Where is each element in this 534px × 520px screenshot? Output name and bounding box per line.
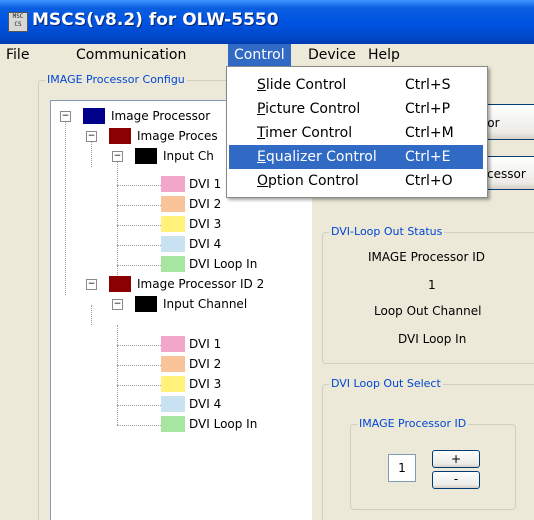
menu-item-shortcut: Ctrl+S bbox=[405, 77, 451, 93]
input-color-swatch bbox=[161, 176, 185, 192]
menu-item-label: Option Control bbox=[257, 173, 359, 189]
increment-button[interactable]: + bbox=[432, 450, 480, 468]
tree-node-label: Input Channel bbox=[163, 297, 248, 311]
tree-line bbox=[117, 225, 161, 226]
tree-node-label: DVI 2 bbox=[189, 357, 222, 371]
tree-node-label: DVI 4 bbox=[189, 237, 222, 251]
menu-item-shortcut: Ctrl+E bbox=[405, 149, 451, 165]
tree-line bbox=[117, 245, 161, 246]
menu-item-shortcut: Ctrl+P bbox=[405, 101, 451, 117]
tree-line bbox=[117, 205, 161, 206]
menu-communication[interactable]: Communication bbox=[70, 44, 192, 66]
menu-item-label: Picture Control bbox=[257, 101, 361, 117]
tree-line bbox=[65, 121, 66, 295]
tree-line bbox=[117, 365, 161, 366]
input-color-swatch bbox=[161, 256, 185, 272]
collapse-toggle[interactable]: − bbox=[112, 151, 123, 162]
app-window: MSC CS MSCS(v8.2) for OLW-5550 File Commu… bbox=[0, 0, 534, 520]
menu-item-option-control[interactable]: Option Control Ctrl+O bbox=[229, 169, 483, 193]
node-color-swatch bbox=[135, 296, 157, 312]
tree-node-label: Image Processor bbox=[111, 109, 211, 123]
tree-node-label: DVI Loop In bbox=[189, 257, 258, 271]
tree-line bbox=[117, 425, 161, 426]
node-color-swatch bbox=[109, 128, 131, 144]
image-processor-config-label: IMAGE Processor Configu bbox=[45, 73, 187, 86]
tree-node-label: DVI Loop In bbox=[189, 417, 258, 431]
menu-item-timer-control[interactable]: Timer Control Ctrl+M bbox=[229, 121, 483, 145]
input-color-swatch bbox=[161, 396, 185, 412]
node-color-swatch bbox=[135, 148, 157, 164]
tree-node-label: DVI 1 bbox=[189, 337, 222, 351]
status-id-value: 1 bbox=[428, 278, 436, 292]
loop-out-select-label: DVI Loop Out Select bbox=[329, 377, 443, 390]
input-color-swatch bbox=[161, 356, 185, 372]
processor-id-value-field[interactable]: 1 bbox=[388, 454, 416, 482]
tree-line bbox=[117, 385, 161, 386]
input-color-swatch bbox=[161, 416, 185, 432]
input-color-swatch bbox=[161, 196, 185, 212]
node-color-swatch bbox=[109, 276, 131, 292]
app-icon[interactable]: MSC CS bbox=[8, 12, 28, 32]
tree-node-label: DVI 3 bbox=[189, 377, 222, 391]
status-channel-value: DVI Loop In bbox=[398, 332, 467, 346]
input-color-swatch bbox=[161, 336, 185, 352]
node-color-swatch bbox=[83, 108, 105, 124]
tree-line bbox=[117, 405, 161, 406]
tree-node-label: DVI 2 bbox=[189, 197, 222, 211]
menu-help[interactable]: Help bbox=[362, 44, 406, 66]
input-color-swatch bbox=[161, 216, 185, 232]
input-color-swatch bbox=[161, 376, 185, 392]
decrement-button[interactable]: - bbox=[432, 471, 480, 489]
menu-item-label: Slide Control bbox=[257, 77, 347, 93]
collapse-toggle[interactable]: − bbox=[112, 299, 123, 310]
tree-node-label: Input Ch bbox=[163, 149, 214, 163]
tree-line bbox=[117, 265, 161, 266]
tree-node-label: DVI 4 bbox=[189, 397, 222, 411]
title-bar[interactable]: MSC CS MSCS(v8.2) for OLW-5550 bbox=[0, 0, 534, 44]
menu-item-slide-control[interactable]: Slide Control Ctrl+S bbox=[229, 73, 483, 97]
menu-item-equalizer-control[interactable]: Equalizer Control Ctrl+E bbox=[229, 145, 483, 169]
window-title: MSCS(v8.2) for OLW-5550 bbox=[32, 10, 279, 30]
tree-line bbox=[117, 345, 161, 346]
menu-item-picture-control[interactable]: Picture Control Ctrl+P bbox=[229, 97, 483, 121]
menu-item-label: Timer Control bbox=[257, 125, 353, 141]
menu-item-label: Equalizer Control bbox=[257, 149, 377, 165]
menu-device[interactable]: Device bbox=[302, 44, 362, 66]
right-panel: DVI-Loop Out Status IMAGE Processor ID 1… bbox=[312, 196, 534, 520]
collapse-toggle[interactable]: − bbox=[86, 279, 97, 290]
status-channel-label: Loop Out Channel bbox=[374, 304, 482, 318]
tree-node-label: DVI 1 bbox=[189, 177, 222, 191]
processor-button-2-label: cessor bbox=[487, 167, 526, 181]
collapse-toggle[interactable]: − bbox=[60, 111, 71, 122]
processor-id-select-label: IMAGE Processor ID bbox=[357, 417, 469, 430]
loop-out-status-label: DVI-Loop Out Status bbox=[329, 225, 445, 238]
tree-node-label: DVI 3 bbox=[189, 217, 222, 231]
tree-line bbox=[117, 325, 118, 425]
menu-item-shortcut: Ctrl+O bbox=[405, 173, 453, 189]
menu-bar: File Communication Control Device Help bbox=[0, 44, 534, 66]
tree-node-label: Image Processor ID 2 bbox=[137, 277, 265, 291]
menu-item-shortcut: Ctrl+M bbox=[405, 125, 454, 141]
tree-line bbox=[91, 305, 92, 325]
menu-file[interactable]: File bbox=[0, 44, 35, 66]
tree-line bbox=[117, 185, 161, 186]
menu-control[interactable]: Control bbox=[228, 44, 291, 66]
input-color-swatch bbox=[161, 236, 185, 252]
status-id-label: IMAGE Processor ID bbox=[368, 250, 485, 264]
control-menu-dropdown: Slide Control Ctrl+S Picture Control Ctrl+P… bbox=[226, 66, 488, 198]
collapse-toggle[interactable]: − bbox=[86, 131, 97, 142]
tree-node-label: Image Proces bbox=[137, 129, 218, 143]
tree-line bbox=[91, 139, 92, 167]
